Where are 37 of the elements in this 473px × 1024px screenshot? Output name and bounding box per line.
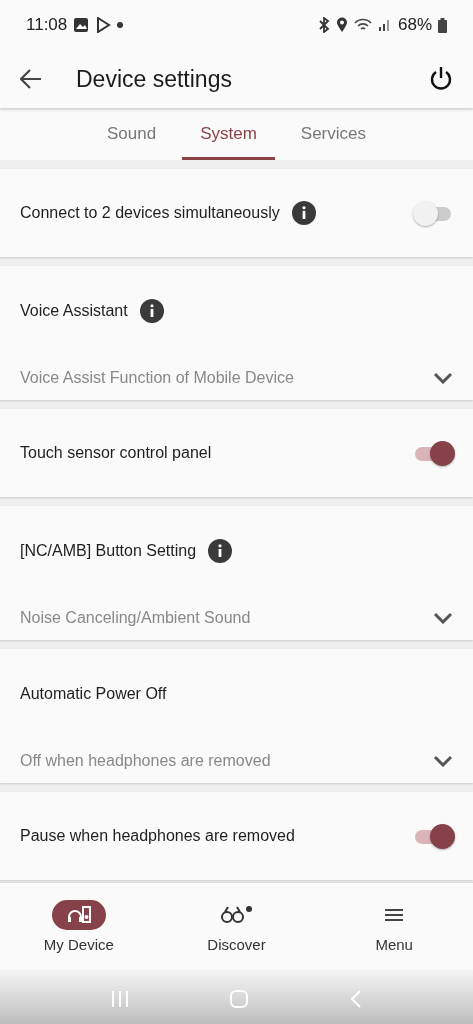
battery-icon	[438, 17, 447, 33]
nav-item[interactable]: Menu	[315, 883, 473, 969]
page-title: Device settings	[76, 65, 233, 93]
nav-item[interactable]: Discover	[157, 883, 316, 969]
bluetooth-icon	[317, 17, 330, 33]
power-icon[interactable]	[429, 66, 453, 92]
setting-label: Touch sensor control panel	[20, 444, 212, 462]
setting-label: Pause when headphones are removed	[20, 827, 295, 845]
setting-label: Connect to 2 devices simultaneously	[20, 204, 280, 222]
back-arrow-icon[interactable]	[20, 69, 42, 89]
image-icon	[73, 17, 90, 33]
dropdown[interactable]: Noise Canceling/Ambient Sound	[0, 596, 473, 640]
battery-percent: 68%	[397, 15, 432, 35]
headphones-speaker-icon	[66, 904, 91, 925]
tab[interactable]: System	[182, 110, 275, 160]
signal-icon	[377, 18, 392, 32]
wifi-icon	[353, 18, 372, 32]
chevron-down-icon	[433, 372, 453, 384]
chevron-down-icon	[433, 612, 453, 624]
menu-icon	[384, 906, 405, 923]
dot-icon	[117, 22, 124, 28]
status-time: 11:08	[26, 15, 68, 35]
chevron-down-icon	[433, 755, 453, 767]
setting-label: Voice Assistant	[20, 302, 128, 320]
info-icon[interactable]	[139, 299, 164, 323]
dropdown[interactable]: Voice Assist Function of Mobile Device	[0, 356, 473, 400]
location-icon	[335, 17, 348, 33]
info-icon[interactable]	[208, 539, 233, 563]
nav-item[interactable]: My Device	[0, 883, 158, 969]
binoculars-icon	[220, 904, 253, 925]
dropdown[interactable]: Off when headphones are removed	[0, 739, 473, 783]
info-icon[interactable]	[291, 201, 316, 225]
tab[interactable]: Services	[282, 110, 384, 160]
play-store-icon	[95, 17, 112, 33]
tab[interactable]: Sound	[88, 110, 175, 160]
setting-label: Automatic Power Off	[20, 685, 167, 703]
setting-label: [NC/AMB] Button Setting	[20, 542, 197, 560]
